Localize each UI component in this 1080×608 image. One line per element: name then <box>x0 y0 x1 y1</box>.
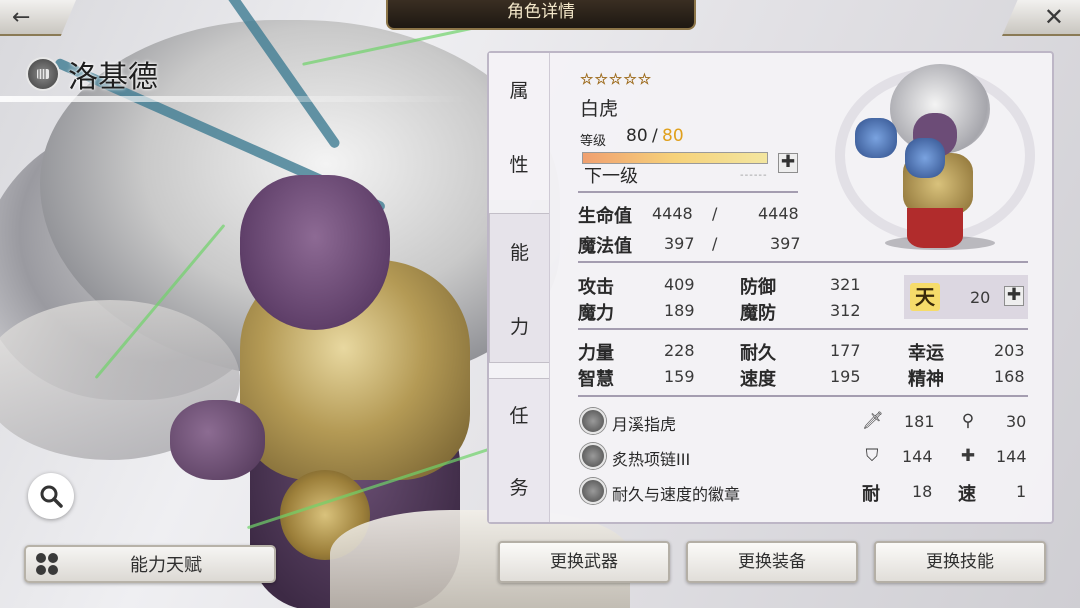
level-label: 等级 <box>580 134 607 149</box>
exp-remaining-dashes: ------ <box>740 170 768 181</box>
mp-separator: / <box>712 234 718 253</box>
stat-endurance-label: 耐久 <box>740 343 776 364</box>
back-arrow-icon: ← <box>12 4 31 30</box>
hp-max: 4448 <box>758 204 799 223</box>
divider <box>578 191 798 193</box>
mp-current: 397 <box>664 234 695 253</box>
tab-attributes-char: 性 <box>509 153 529 176</box>
equip-badge-stat1-label: 耐 <box>862 484 880 505</box>
tab-attributes-char: 属 <box>509 80 529 103</box>
hp-separator: / <box>712 204 718 223</box>
change-weapon-button[interactable]: 更换武器 <box>498 541 670 583</box>
fist-icon <box>26 57 60 91</box>
magnifier-icon <box>40 485 63 508</box>
change-skill-button[interactable]: 更换技能 <box>874 541 1046 583</box>
mp-max: 397 <box>770 234 801 253</box>
shield-icon: ⛉ <box>865 446 879 466</box>
stat-speed-value: 195 <box>830 367 861 386</box>
staff-icon: ⚲ <box>961 411 975 431</box>
tian-badge: 天 20 ✚ <box>904 275 1028 319</box>
stat-spirit-label: 精神 <box>908 369 944 390</box>
talent-grid-icon <box>36 553 58 575</box>
tian-icon: 天 <box>910 283 940 311</box>
equip-badge-stat1: 18 <box>912 482 933 501</box>
zoom-button[interactable] <box>28 473 74 519</box>
stat-strength-label: 力量 <box>578 343 614 364</box>
artwork-head <box>240 175 390 330</box>
close-icon: ✕ <box>1043 3 1064 31</box>
name-underline <box>0 96 470 102</box>
change-equipment-button[interactable]: 更换装备 <box>686 541 858 583</box>
tab-task-char: 任 <box>509 405 529 428</box>
equip-badge-name[interactable]: 耐久与速度的徽章 <box>612 481 740 505</box>
tab-task[interactable]: 任 务 <box>489 378 549 522</box>
close-button[interactable]: ✕ <box>1002 0 1080 36</box>
stat-strength-value: 228 <box>664 341 695 360</box>
stat-endurance-value: 177 <box>830 341 861 360</box>
tab-attributes[interactable]: 属 性 <box>489 53 549 200</box>
weapon-icon <box>580 408 606 434</box>
equip-badge-stat2: 1 <box>1016 482 1027 501</box>
page-title: 角色详情 <box>386 0 696 30</box>
divider <box>578 261 1028 263</box>
equip-weapon-stat1: 181 <box>904 412 935 431</box>
stat-magic-defense-label: 魔防 <box>740 303 776 324</box>
tab-task-char: 务 <box>509 476 529 499</box>
stat-magic-value: 189 <box>664 301 695 320</box>
stat-wisdom-label: 智慧 <box>578 369 614 390</box>
sword-icon: 🗡 <box>862 411 884 431</box>
equip-necklace-stat2: 144 <box>996 447 1027 466</box>
character-sprite <box>815 58 1045 250</box>
equip-badge-stat2-label: 速 <box>958 484 976 505</box>
next-level-label: 下一级 <box>584 166 638 187</box>
equip-weapon-stat2: 30 <box>1006 412 1027 431</box>
stat-magic-label: 魔力 <box>578 303 614 324</box>
hp-label: 生命值 <box>578 206 632 227</box>
stat-speed-label: 速度 <box>740 369 776 390</box>
divider <box>578 395 1028 397</box>
ability-talent-label: 能力天赋 <box>130 555 202 576</box>
rarity-stars: ☆☆☆☆☆ <box>580 70 653 89</box>
stat-defense-value: 321 <box>830 275 861 294</box>
tian-value: 20 <box>970 288 991 307</box>
tab-divider <box>549 53 550 522</box>
level-separator: / <box>652 126 658 146</box>
equip-necklace-name[interactable]: 炙热项链III <box>612 446 690 470</box>
tab-ability[interactable]: 能 力 <box>489 213 549 363</box>
stat-luck-value: 203 <box>994 341 1025 360</box>
level-up-plus-button[interactable]: ✚ <box>778 153 798 173</box>
stat-attack-value: 409 <box>664 275 695 294</box>
level-max: 80 <box>662 126 684 146</box>
character-name: 洛基德 <box>68 60 158 95</box>
necklace-icon <box>580 443 606 469</box>
equip-necklace-stat1: 144 <box>902 447 933 466</box>
hp-current: 4448 <box>652 204 693 223</box>
artwork-fist <box>170 400 265 480</box>
divider <box>578 328 1028 330</box>
ability-talent-button[interactable]: 能力天赋 <box>24 545 276 583</box>
stat-magic-defense-value: 312 <box>830 301 861 320</box>
character-name-row: 洛基德 <box>26 56 158 95</box>
tab-ability-char: 力 <box>509 315 529 338</box>
cross-shield-icon: ✚ <box>960 446 976 466</box>
tab-ability-char: 能 <box>509 241 529 264</box>
equip-weapon-name[interactable]: 月溪指虎 <box>612 411 676 435</box>
level-current: 80 <box>626 126 648 146</box>
stat-wisdom-value: 159 <box>664 367 695 386</box>
stat-luck-label: 幸运 <box>908 343 944 364</box>
class-name: 白虎 <box>580 98 619 120</box>
stat-defense-label: 防御 <box>740 277 776 298</box>
badge-icon <box>580 478 606 504</box>
mp-label: 魔法值 <box>578 236 632 257</box>
tian-plus-button[interactable]: ✚ <box>1004 286 1024 306</box>
stat-attack-label: 攻击 <box>578 277 614 298</box>
stat-spirit-value: 168 <box>994 367 1025 386</box>
